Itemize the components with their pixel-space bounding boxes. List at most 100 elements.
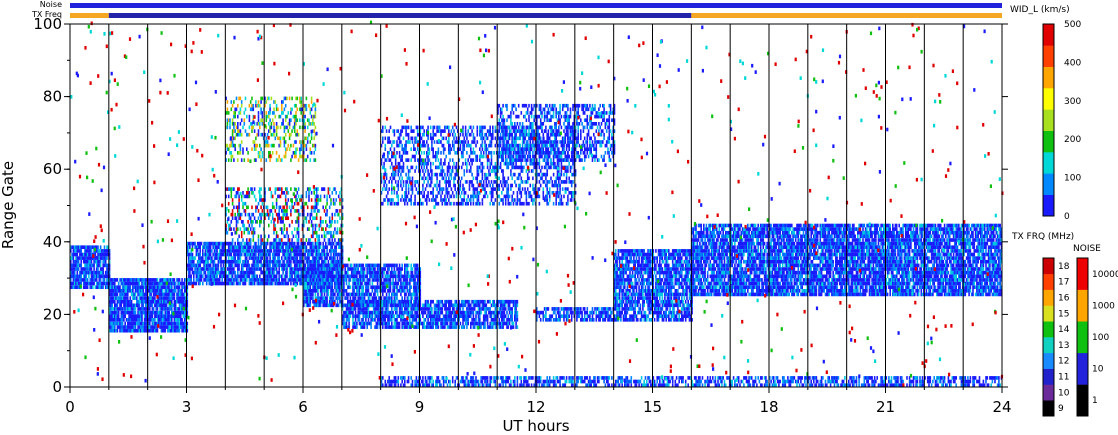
echo-cell [384,267,387,271]
echo-cell [221,278,223,282]
echo-cell [485,303,488,308]
echo-cell [274,136,277,141]
echo-cell [295,111,297,115]
echo-cell [416,310,419,315]
echo-cell [165,303,168,308]
echo-cell [288,122,291,126]
echo-cell [231,212,234,217]
echo-cell [314,107,317,112]
echo-cell [242,191,244,195]
status-bars: Noise TX Freq [31,0,1002,19]
echo-cell [292,234,295,239]
echo-cell [326,194,328,199]
echo-cell [257,238,260,242]
echo-cell [239,151,242,155]
echo-cell [361,281,363,286]
echo-cell [354,318,357,322]
echo-cell [310,198,313,202]
echo-cell [238,187,240,191]
echo-cell [486,314,489,319]
echo-cell [312,227,314,231]
echo-cell [287,198,290,202]
echo-cell [237,125,239,130]
echo-cell [369,296,371,300]
echo-cell [252,125,255,130]
echo-cell [247,151,249,155]
echo-cell [255,147,257,152]
echo-cell [354,307,357,311]
echo-cell [296,256,299,260]
echo-cell [310,136,313,141]
echo-cell [282,230,284,235]
echo-cell [117,281,120,286]
echo-cell [297,194,300,199]
echo-cell [243,230,246,235]
echo-cell [400,292,402,297]
echo-cell [86,285,89,290]
echo-cell [233,267,235,271]
echo-cell [88,274,90,279]
echo-cell [256,220,258,224]
echo-cell [480,310,482,315]
echo-cell [358,289,361,293]
echo-cell [253,194,256,199]
echo-cell [404,296,406,300]
echo-cell [271,281,274,286]
echo-cell [282,111,284,115]
echo-cell [199,252,201,257]
echo-cell [297,227,300,231]
echo-cell [326,223,328,228]
echo-cell [326,201,328,206]
echo-cell [362,289,365,293]
echo-cell [334,256,336,260]
echo-cell [257,234,260,239]
echo-cell [216,249,218,253]
echo-cell [473,325,476,329]
echo-cell [243,223,246,228]
echo-cell [295,194,297,199]
echo-cell [304,125,306,130]
echo-cell [218,245,221,250]
echo-cell [290,158,292,162]
echo-cell [288,136,291,141]
echo-cell [237,227,239,231]
echo-cell [141,314,143,319]
echo-cell [195,281,198,286]
echo-cell [114,299,116,304]
echo-cell [454,318,456,322]
echo-cell [261,132,264,137]
echo-cell [385,292,388,297]
echo-cell [455,325,458,329]
echo-cell [410,299,412,304]
echo-cell [310,151,313,155]
echo-cell [273,122,275,126]
echo-cell [239,147,242,152]
echo-cell [396,310,398,315]
echo-cell [363,325,366,329]
echo-cell [181,278,183,282]
echo-cell [248,191,251,195]
echo-cell [260,220,262,224]
echo-cell [174,303,177,308]
echo-cell [277,107,279,112]
echo-cell [121,321,124,326]
echo-cell [405,292,407,297]
echo-cell [260,245,262,250]
echo-cell [202,249,204,253]
echo-cell [314,143,317,148]
echo-cell [304,129,306,133]
echo-cell [327,259,330,264]
echo-cell [72,256,75,260]
echo-cell [73,270,76,275]
echo-cell [354,310,357,315]
echo-cell [284,194,287,199]
echo-cell [300,198,302,202]
echo-cell [168,310,170,315]
echo-cell [260,267,262,271]
echo-cell [325,205,327,210]
echo-cell [261,96,264,101]
echo-cell [305,191,308,195]
echo-cell [322,263,324,268]
echo-cell [274,223,277,228]
echo-cell [389,278,392,282]
